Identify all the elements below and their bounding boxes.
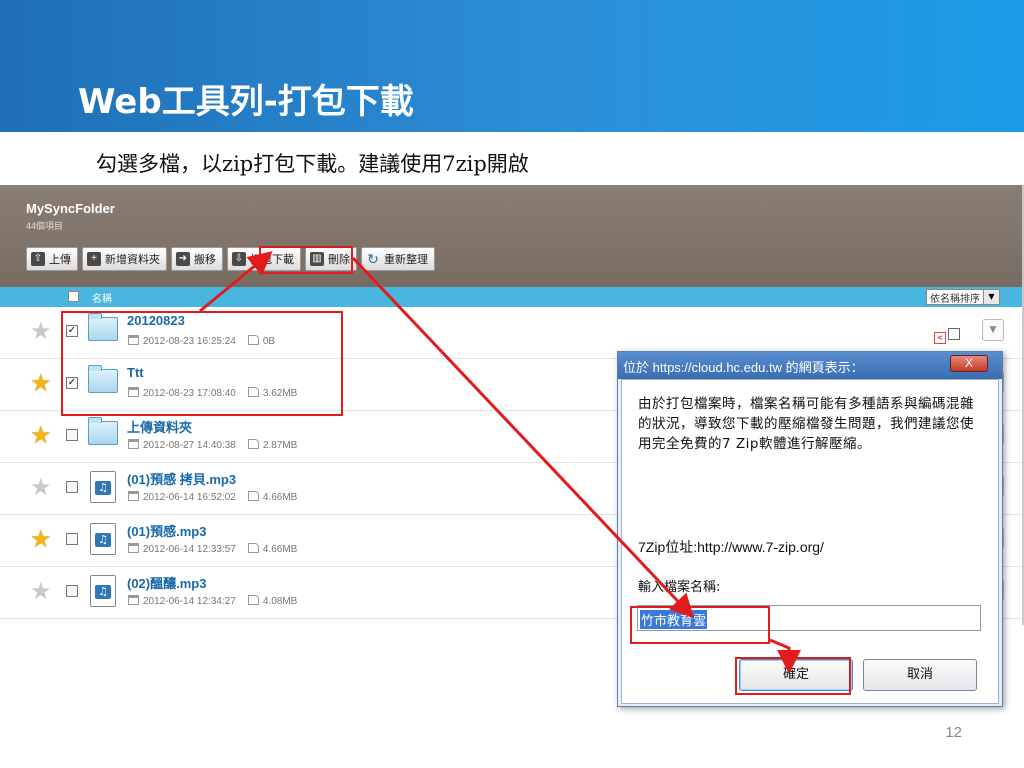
move-icon: ➜ xyxy=(176,252,190,266)
calendar-icon xyxy=(128,491,139,501)
file-name-link[interactable]: (01)預感.mp3 xyxy=(127,521,206,540)
prompt-dialog: 位於 https://cloud.hc.edu.tw 的網頁表示： X 由於打包… xyxy=(617,351,1003,707)
file-size: 2.87MB xyxy=(247,439,298,451)
refresh-label: 重新整理 xyxy=(384,254,428,266)
app-topbar: MySyncFolder 44個項目 ⇧ 上傳 + 新增資料夾 ➜ 搬移 ⇩ 打包下載 … xyxy=(0,185,1022,287)
file-size-icon xyxy=(247,439,259,449)
file-date: 2012-06-14 16:52:02 xyxy=(128,491,236,503)
calendar-icon xyxy=(128,439,139,449)
cancel-button[interactable]: 取消 xyxy=(863,659,977,691)
star-icon[interactable]: ★ xyxy=(30,579,52,603)
slide: Web工具列-打包下載 勾選多檔，以zip打包下載。建議使用7zip開啟 MyS… xyxy=(0,0,1024,768)
audio-file-icon: ♫ xyxy=(90,575,116,607)
audio-file-icon: ♫ xyxy=(90,523,116,555)
file-meta: 2012-06-14 12:33:57 4.66MB xyxy=(128,543,297,555)
calendar-icon xyxy=(128,595,139,605)
file-date-text: 2012-06-14 12:34:27 xyxy=(143,596,236,607)
move-button[interactable]: ➜ 搬移 xyxy=(171,247,223,271)
row-checkbox[interactable] xyxy=(66,585,78,597)
file-size-icon xyxy=(247,543,259,553)
file-date-text: 2012-08-27 14:40:38 xyxy=(143,440,236,451)
chevron-down-icon: ▼ xyxy=(983,290,999,304)
select-all-checkbox[interactable] xyxy=(68,291,79,302)
file-size-icon xyxy=(247,491,259,501)
new-folder-icon: + xyxy=(87,252,101,266)
slide-subtitle: 勾選多檔，以zip打包下載。建議使用7zip開啟 xyxy=(96,152,529,176)
refresh-icon: ↻ xyxy=(367,251,379,267)
star-icon[interactable]: ★ xyxy=(30,371,52,395)
dialog-title: 位於 https://cloud.hc.edu.tw 的網頁表示： xyxy=(623,360,864,375)
file-date: 2012-06-14 12:33:57 xyxy=(128,543,236,555)
star-icon[interactable]: ★ xyxy=(30,475,52,499)
star-icon[interactable]: ★ xyxy=(30,423,52,447)
list-header: 名稱 依名稱排序 ▼ xyxy=(0,287,1022,307)
file-meta: 2012-06-14 16:52:02 4.66MB xyxy=(128,491,297,503)
dialog-body: 由於打包檔案時，檔案名稱可能有多種語系與編碼混雜的狀況，導致您下載的壓縮檔發生問… xyxy=(621,379,999,704)
slide-title: Web工具列-打包下載 xyxy=(78,82,414,122)
audio-file-icon: ♫ xyxy=(90,471,116,503)
star-icon[interactable]: ★ xyxy=(30,319,52,343)
sort-select[interactable]: 依名稱排序 ▼ xyxy=(926,289,1000,305)
highlight-checked-rows xyxy=(61,311,343,416)
file-size: 4.66MB xyxy=(247,491,298,503)
sort-label: 依名稱排序 xyxy=(930,293,980,305)
file-size: 4.08MB xyxy=(247,595,298,607)
file-size-text: 4.08MB xyxy=(262,596,298,607)
dialog-prompt: 輸入檔案名稱: xyxy=(638,580,721,595)
file-name-link[interactable]: 上傳資料夾 xyxy=(127,417,192,436)
star-icon[interactable]: ★ xyxy=(30,527,52,551)
highlight-filename-input xyxy=(630,606,770,644)
folder-icon xyxy=(88,417,118,445)
file-date-text: 2012-06-14 16:52:02 xyxy=(143,492,236,503)
share-icons[interactable]: < xyxy=(934,325,964,344)
row-menu-button[interactable]: ▼ xyxy=(982,319,1004,341)
upload-button[interactable]: ⇧ 上傳 xyxy=(26,247,78,271)
row-checkbox[interactable] xyxy=(66,429,78,441)
upload-label: 上傳 xyxy=(49,254,71,266)
move-label: 搬移 xyxy=(194,254,216,266)
share-icon[interactable]: < xyxy=(934,332,946,344)
dialog-url-line: 7Zip位址:http://www.7-zip.org/ xyxy=(638,539,824,555)
name-column-header[interactable]: 名稱 xyxy=(92,290,112,305)
new-folder-button[interactable]: + 新增資料夾 xyxy=(82,247,167,271)
toolbar: ⇧ 上傳 + 新增資料夾 ➜ 搬移 ⇩ 打包下載 ▥ 刪除 ↻ 重新整理 xyxy=(26,247,435,273)
file-date-text: 2012-06-14 12:33:57 xyxy=(143,544,236,555)
file-size-text: 2.87MB xyxy=(262,440,298,451)
file-meta: 2012-08-27 14:40:38 2.87MB xyxy=(128,439,297,451)
upload-icon: ⇧ xyxy=(31,252,45,266)
dialog-message: 由於打包檔案時，檔案名稱可能有多種語系與編碼混雜的狀況，導致您下載的壓縮檔發生問… xyxy=(638,396,974,452)
page-number: 12 xyxy=(945,724,962,741)
close-button[interactable]: X xyxy=(950,355,988,372)
link-icon[interactable] xyxy=(948,328,960,340)
highlight-zip-download xyxy=(259,246,353,274)
file-size-text: 4.66MB xyxy=(262,492,298,503)
file-date: 2012-08-27 14:40:38 xyxy=(128,439,236,451)
file-size-text: 4.66MB xyxy=(262,544,298,555)
file-date: 2012-06-14 12:34:27 xyxy=(128,595,236,607)
file-size-icon xyxy=(247,595,259,605)
file-meta: 2012-06-14 12:34:27 4.08MB xyxy=(128,595,297,607)
file-name-link[interactable]: (01)預感 拷貝.mp3 xyxy=(127,469,236,488)
item-count: 44個項目 xyxy=(26,221,64,231)
calendar-icon xyxy=(128,543,139,553)
app-name: MySyncFolder xyxy=(26,201,115,216)
new-folder-label: 新增資料夾 xyxy=(105,254,160,266)
zip-download-icon: ⇩ xyxy=(232,252,246,266)
dialog-titlebar: 位於 https://cloud.hc.edu.tw 的網頁表示： X xyxy=(618,352,1002,379)
row-checkbox[interactable] xyxy=(66,533,78,545)
file-size: 4.66MB xyxy=(247,543,298,555)
file-name-link[interactable]: (02)醞釀.mp3 xyxy=(127,573,206,592)
highlight-ok-button xyxy=(735,657,851,695)
row-checkbox[interactable] xyxy=(66,481,78,493)
refresh-button[interactable]: ↻ 重新整理 xyxy=(361,247,435,271)
